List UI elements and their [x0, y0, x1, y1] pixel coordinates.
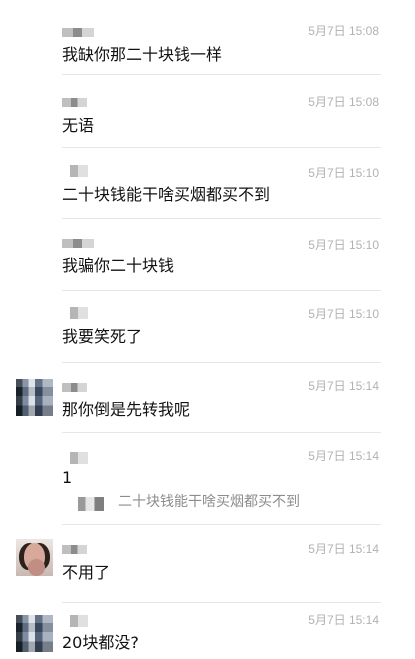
sender-name-blur [70, 615, 88, 627]
message-time: 5月7日 15:14 [308, 379, 379, 393]
message-5: 5月7日 15:10 我要笑死了 [0, 290, 415, 363]
message-7: 5月7日 15:14 1 二十块钱能干啥买烟都买不到 [0, 432, 415, 525]
message-time: 5月7日 15:14 [308, 542, 379, 556]
sender-name-blur [62, 239, 94, 248]
message-text: 无语 [62, 116, 95, 135]
sender-name-blur [62, 98, 87, 107]
message-time: 5月7日 15:08 [308, 24, 379, 38]
message-time: 5月7日 15:14 [308, 449, 379, 463]
message-text: 20块都没? [62, 633, 139, 652]
sender-name-blur [70, 307, 88, 319]
message-text: 我缺你那二十块钱一样 [62, 45, 223, 64]
sender-avatar[interactable] [16, 615, 53, 652]
message-time: 5月7日 15:10 [308, 307, 379, 321]
sender-name-blur [70, 165, 88, 177]
message-text: 1 [62, 468, 73, 487]
sender-name-blur [62, 545, 87, 554]
sender-name-blur [62, 383, 87, 392]
message-1: 5月7日 15:08 我缺你那二十块钱一样 [0, 0, 415, 75]
message-6: 5月7日 15:14 那你倒是先转我呢 [0, 362, 415, 433]
message-text: 我要笑死了 [62, 327, 143, 346]
sender-avatar[interactable] [16, 379, 53, 416]
message-4: 5月7日 15:10 我骗你二十块钱 [0, 218, 415, 291]
message-2: 5月7日 15:08 无语 [0, 74, 415, 148]
message-8: 5月7日 15:14 不用了 [0, 524, 415, 603]
message-time: 5月7日 15:10 [308, 238, 379, 252]
message-time: 5月7日 15:14 [308, 613, 379, 627]
quoted-message[interactable]: 二十块钱能干啥买烟都买不到 [62, 493, 300, 511]
message-text: 那你倒是先转我呢 [62, 400, 191, 419]
message-3: 5月7日 15:10 二十块钱能干啥买烟都买不到 [0, 147, 415, 219]
message-time: 5月7日 15:10 [308, 166, 379, 180]
sender-name-blur [62, 28, 94, 37]
message-text: 不用了 [62, 563, 111, 582]
message-time: 5月7日 15:08 [308, 95, 379, 109]
sender-name-blur [70, 452, 88, 464]
message-9: 5月7日 15:14 20块都没? [0, 602, 415, 659]
message-text: 我骗你二十块钱 [62, 256, 175, 275]
message-text: 二十块钱能干啥买烟都买不到 [62, 185, 271, 204]
sender-avatar[interactable] [16, 539, 53, 576]
